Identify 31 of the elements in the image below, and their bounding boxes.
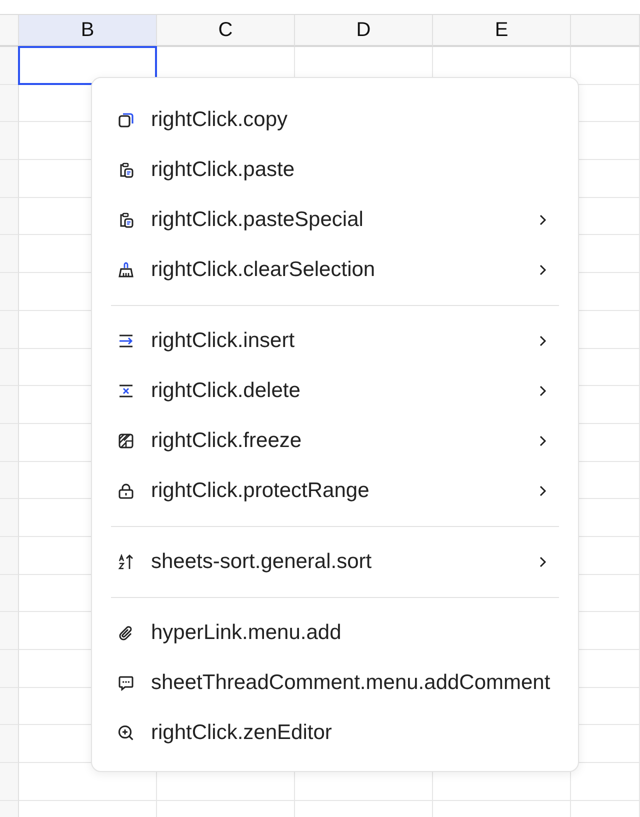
clipboard-icon bbox=[118, 212, 134, 228]
sort-icon bbox=[118, 554, 134, 570]
menu-item[interactable]: rightClick.copy bbox=[92, 95, 578, 145]
clipboard-icon bbox=[118, 162, 134, 178]
insert-icon bbox=[118, 333, 134, 349]
menu-item[interactable]: hyperLink.menu.add bbox=[92, 608, 578, 658]
menu-item[interactable]: rightClick.insert bbox=[92, 316, 578, 366]
comment-icon bbox=[118, 675, 134, 691]
menu-item[interactable]: sheets-sort.general.sort bbox=[92, 537, 578, 587]
menu-item[interactable]: sheetThreadComment.menu.addComment bbox=[92, 658, 578, 708]
column-header[interactable]: C bbox=[157, 15, 295, 47]
brush-icon bbox=[118, 262, 134, 278]
zoom-in-icon bbox=[118, 725, 134, 741]
menu-item[interactable]: rightClick.clearSelection bbox=[92, 245, 578, 295]
freeze-icon bbox=[118, 433, 134, 449]
menu-item[interactable]: rightClick.freeze bbox=[92, 416, 578, 466]
column-header[interactable] bbox=[571, 15, 640, 47]
delete-icon bbox=[118, 383, 134, 399]
column-header[interactable]: D bbox=[295, 15, 433, 47]
corner-cell[interactable] bbox=[0, 15, 19, 47]
menu-item[interactable]: rightClick.paste bbox=[92, 145, 578, 195]
column-header[interactable]: E bbox=[433, 15, 571, 47]
menu-item[interactable]: rightClick.zenEditor bbox=[92, 708, 578, 758]
menu-item[interactable]: rightClick.delete bbox=[92, 366, 578, 416]
row-header[interactable] bbox=[0, 47, 19, 85]
menu-item[interactable]: rightClick.protectRange bbox=[92, 466, 578, 516]
menu-item[interactable]: rightClick.pasteSpecial bbox=[92, 195, 578, 245]
paperclip-icon bbox=[118, 625, 134, 641]
lock-icon bbox=[118, 483, 134, 499]
copy-icon bbox=[118, 112, 134, 128]
column-header[interactable]: B bbox=[19, 15, 157, 47]
